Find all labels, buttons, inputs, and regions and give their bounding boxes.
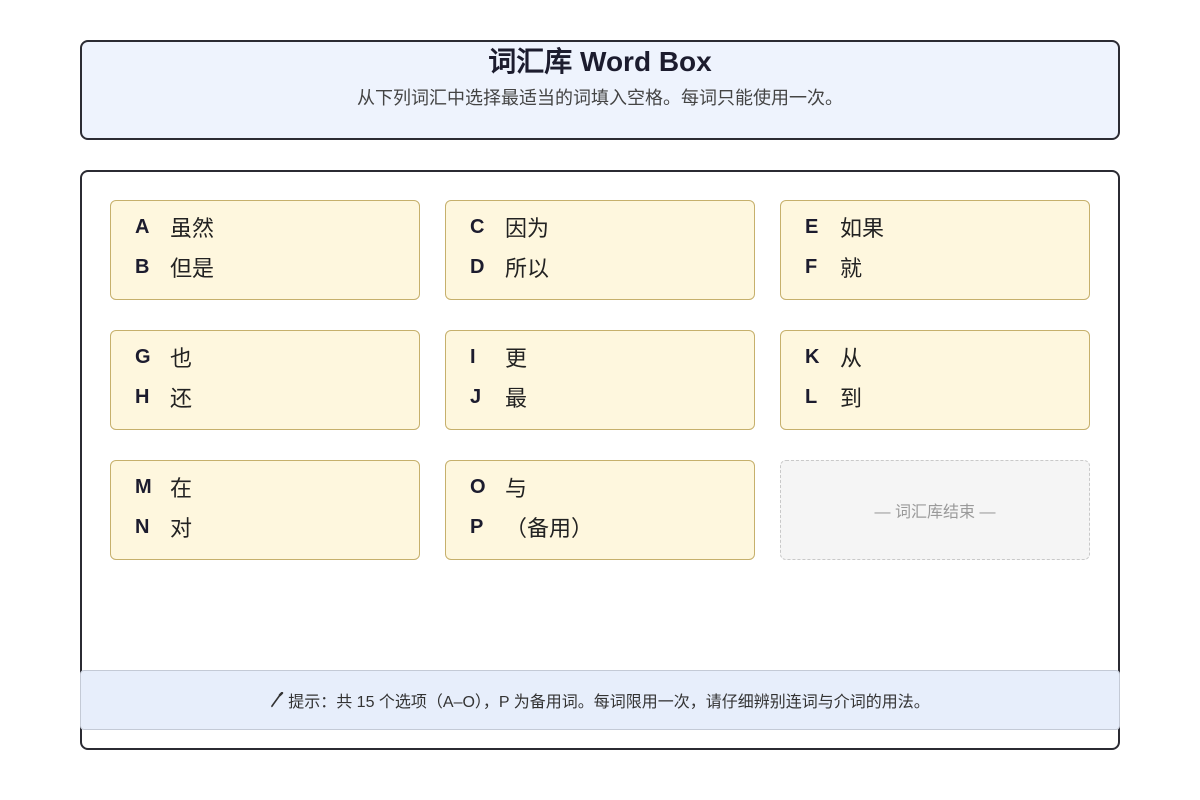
word-option: F 就 bbox=[805, 247, 1089, 287]
end-marker: — 词汇库结束 — bbox=[874, 504, 996, 521]
word-option: B 但是 bbox=[135, 247, 419, 287]
option-letter: M bbox=[135, 475, 152, 498]
option-word: 也 bbox=[170, 346, 193, 371]
option-letter: D bbox=[470, 255, 485, 278]
page-title: 词汇库 Word Box bbox=[488, 46, 712, 77]
word-grid: A 虽然 B 但是 C 因为 D 所以 E 如果 F 就 G 也 H 还 I 更… bbox=[110, 200, 1090, 560]
option-letter: I bbox=[470, 345, 476, 368]
option-word: 还 bbox=[170, 386, 193, 411]
word-option: I 更 bbox=[470, 337, 754, 377]
word-option: A 虽然 bbox=[135, 207, 419, 247]
option-letter: N bbox=[135, 515, 150, 538]
option-word: 最 bbox=[505, 386, 528, 411]
word-option: P （备用） bbox=[470, 507, 754, 547]
option-letter: B bbox=[135, 255, 150, 278]
option-letter: A bbox=[135, 215, 150, 238]
option-word: 因为 bbox=[505, 216, 550, 241]
word-option: K 从 bbox=[805, 337, 1089, 377]
word-box-end-card: — 词汇库结束 — bbox=[780, 460, 1090, 560]
option-letter: H bbox=[135, 385, 150, 408]
word-option: M 在 bbox=[135, 467, 419, 507]
word-card: M 在 N 对 bbox=[110, 460, 420, 560]
option-letter: K bbox=[805, 345, 820, 368]
word-option: L 到 bbox=[805, 377, 1089, 417]
word-option: C 因为 bbox=[470, 207, 754, 247]
option-word: 对 bbox=[170, 516, 193, 541]
word-option: D 所以 bbox=[470, 247, 754, 287]
word-card: A 虽然 B 但是 bbox=[110, 200, 420, 300]
option-word: 虽然 bbox=[170, 216, 215, 241]
option-letter: E bbox=[805, 215, 819, 238]
word-option: O 与 bbox=[470, 467, 754, 507]
option-letter: C bbox=[470, 215, 485, 238]
option-word: 在 bbox=[170, 476, 193, 501]
option-letter: L bbox=[805, 385, 818, 408]
option-word: 从 bbox=[840, 346, 863, 371]
word-option: H 还 bbox=[135, 377, 419, 417]
option-word: 到 bbox=[840, 386, 863, 411]
word-box: A 虽然 B 但是 C 因为 D 所以 E 如果 F 就 G 也 H 还 I 更… bbox=[80, 170, 1120, 750]
option-word: 但是 bbox=[170, 256, 215, 281]
instructions: 从下列词汇中选择最适当的词填入空格。每词只能使用一次。 bbox=[357, 88, 843, 108]
word-card: O 与 P （备用） bbox=[445, 460, 755, 560]
option-letter: P bbox=[470, 515, 484, 538]
word-card: C 因为 D 所以 bbox=[445, 200, 755, 300]
option-word: 与 bbox=[505, 476, 528, 501]
option-word: 所以 bbox=[505, 256, 550, 281]
option-word: 如果 bbox=[840, 216, 885, 241]
word-card: K 从 L 到 bbox=[780, 330, 1090, 430]
word-option: J 最 bbox=[470, 377, 754, 417]
hint-bar: 提示：共 15 个选项（A–O），P 为备用词。每词限用一次，请仔细辨别连词与介… bbox=[80, 670, 1120, 730]
option-letter: J bbox=[470, 385, 482, 408]
header-box: 词汇库 Word Box 从下列词汇中选择最适当的词填入空格。每词只能使用一次。 bbox=[80, 40, 1120, 140]
word-card: G 也 H 还 bbox=[110, 330, 420, 430]
word-option: E 如果 bbox=[805, 207, 1089, 247]
option-word: 就 bbox=[840, 256, 863, 281]
word-card: E 如果 F 就 bbox=[780, 200, 1090, 300]
option-letter: G bbox=[135, 345, 151, 368]
word-option: N 对 bbox=[135, 507, 419, 547]
pencil-icon bbox=[270, 692, 284, 708]
option-word: 更 bbox=[505, 346, 528, 371]
option-letter: F bbox=[805, 255, 818, 278]
hint-text: 提示：共 15 个选项（A–O），P 为备用词。每词限用一次，请仔细辨别连词与介… bbox=[288, 694, 930, 711]
word-card: I 更 J 最 bbox=[445, 330, 755, 430]
word-option: G 也 bbox=[135, 337, 419, 377]
option-letter: O bbox=[470, 475, 486, 498]
option-word: （备用） bbox=[505, 516, 594, 541]
